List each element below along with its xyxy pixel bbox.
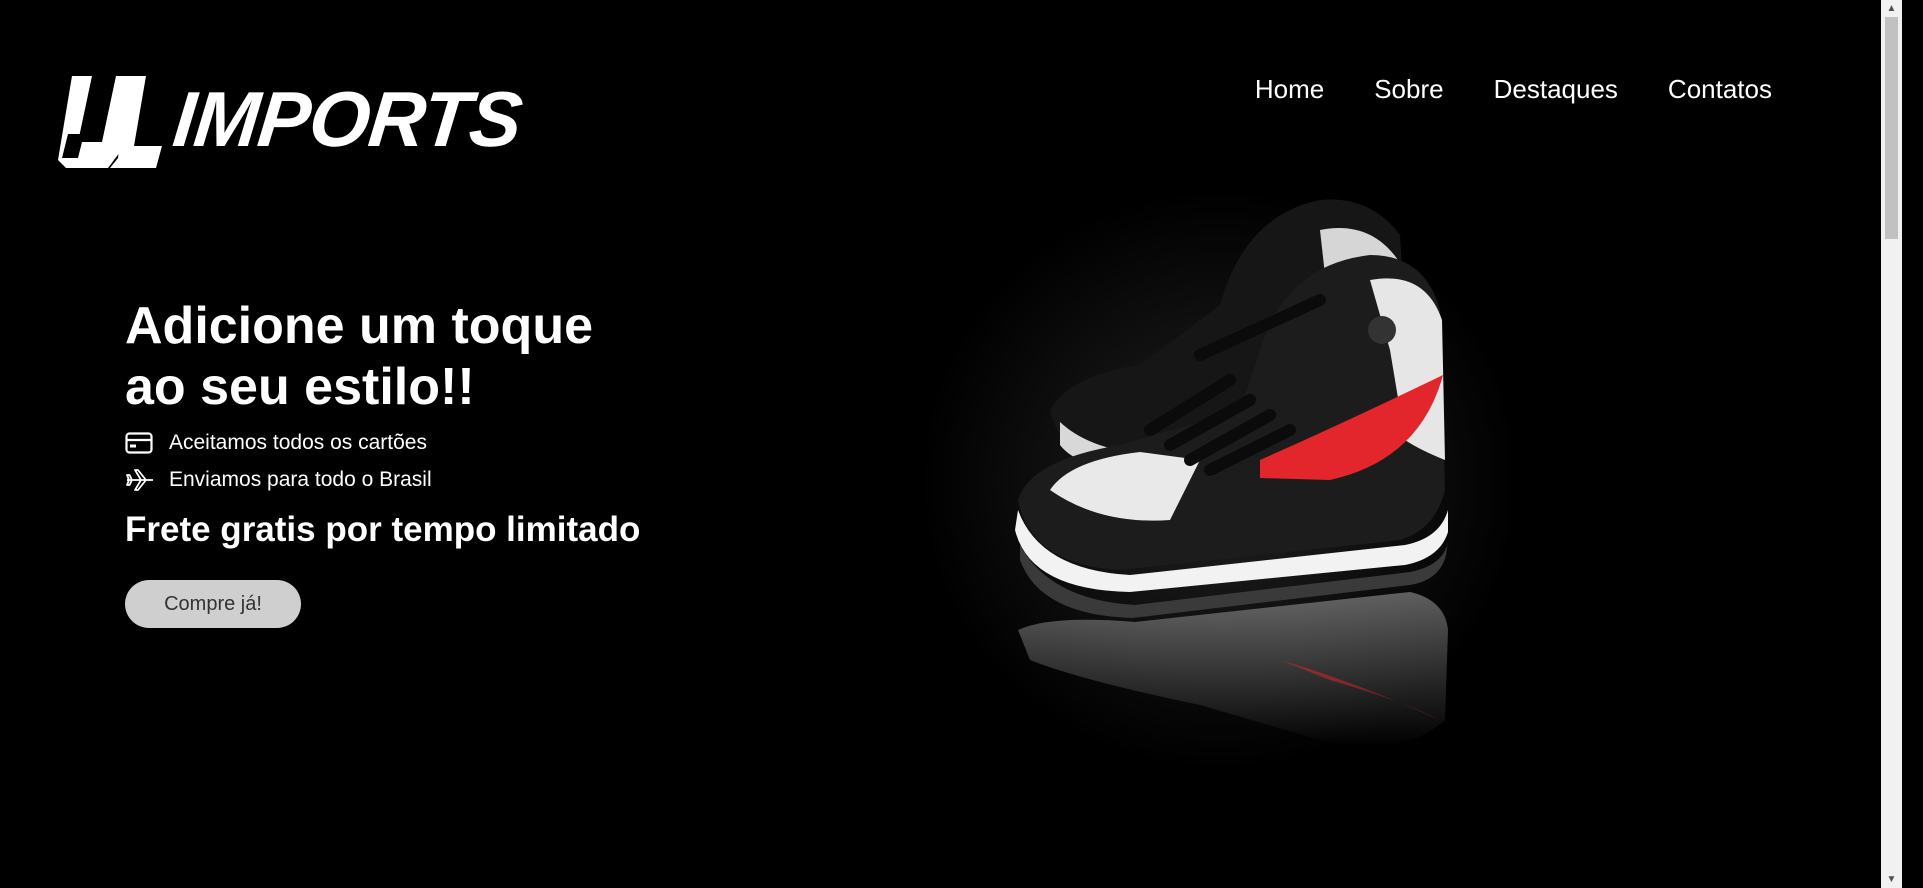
main-nav: Home Sobre Destaques Contatos	[1255, 74, 1772, 105]
scroll-thumb[interactable]	[1885, 17, 1898, 239]
hero-section: Adicione um toque ao seu estilo!! Aceita…	[125, 296, 685, 628]
product-sneaker-image	[920, 190, 1520, 770]
nav-home[interactable]: Home	[1255, 74, 1324, 105]
page: IMPORTS Home Sobre Destaques Contatos Ad…	[0, 0, 1902, 888]
buy-now-button[interactable]: Compre já!	[125, 580, 301, 628]
airplane-icon	[125, 466, 155, 494]
scroll-up-icon[interactable]: ▲	[1881, 0, 1902, 17]
feature-shipping: Enviamos para todo o Brasil	[125, 461, 685, 498]
credit-card-icon	[125, 429, 155, 457]
vertical-scrollbar[interactable]: ▲ ▼	[1881, 0, 1902, 888]
nav-destaques[interactable]: Destaques	[1494, 74, 1618, 105]
hero-title-line2: ao seu estilo!!	[125, 358, 475, 416]
hero-title: Adicione um toque ao seu estilo!!	[125, 296, 685, 418]
feature-cards: Aceitamos todos os cartões	[125, 424, 685, 461]
scroll-down-icon[interactable]: ▼	[1881, 871, 1902, 888]
promo-text: Frete gratis por tempo limitado	[125, 510, 641, 549]
logo-mark-icon	[58, 76, 162, 168]
brand-logo[interactable]: IMPORTS	[58, 72, 526, 172]
nav-contatos[interactable]: Contatos	[1668, 74, 1772, 105]
feature-shipping-text: Enviamos para todo o Brasil	[169, 467, 432, 491]
feature-cards-text: Aceitamos todos os cartões	[169, 430, 427, 454]
hero-title-line1: Adicione um toque	[125, 297, 593, 355]
logo-text: IMPORTS	[169, 75, 526, 163]
nav-sobre[interactable]: Sobre	[1374, 74, 1443, 105]
